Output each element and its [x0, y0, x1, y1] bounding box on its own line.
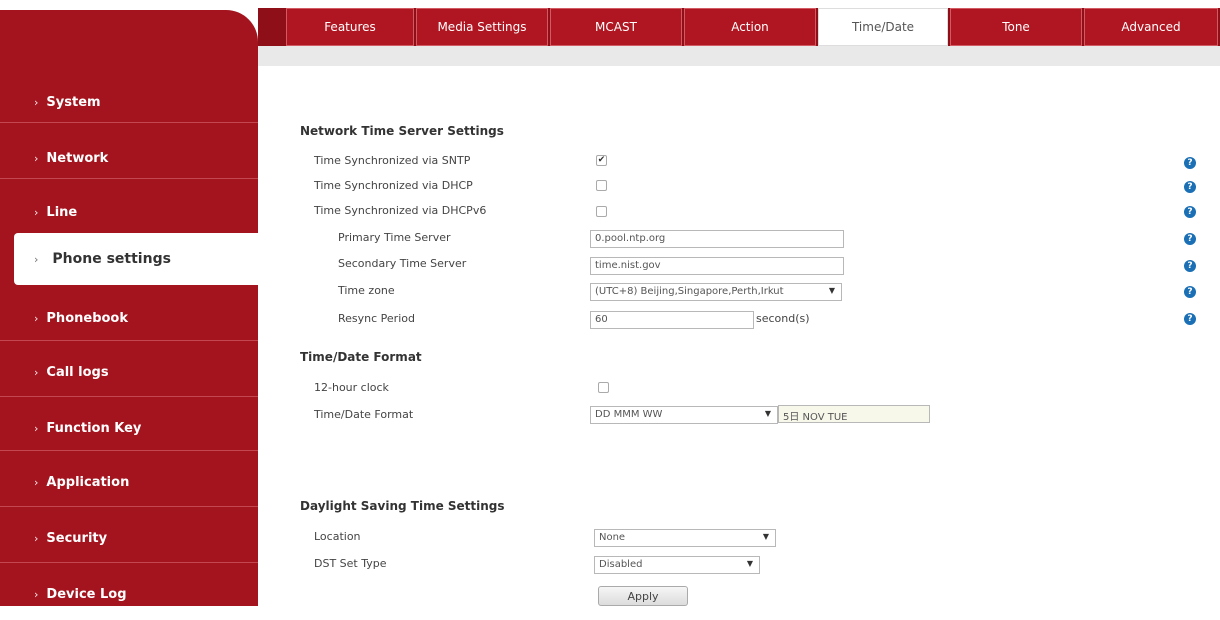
apply-button[interactable]: Apply [598, 586, 688, 606]
clock12-checkbox[interactable] [598, 382, 609, 393]
chevron-right-icon: › [34, 151, 39, 165]
dhcpv6-checkbox[interactable] [596, 206, 607, 217]
sidebar-item-label: Network [46, 150, 109, 166]
secondary-server-label: Secondary Time Server [338, 257, 467, 270]
tab-time-date[interactable]: Time/Date [818, 8, 948, 46]
chevron-down-icon: ▼ [828, 286, 835, 295]
location-select[interactable]: None ▼ [594, 529, 776, 547]
sntp-label: Time Synchronized via SNTP [314, 154, 471, 167]
help-icon[interactable]: ? [1184, 157, 1196, 169]
tab-bar: Features Media Settings MCAST Action Tim… [258, 8, 1220, 46]
timezone-value: (UTC+8) Beijing,Singapore,Perth,Irkut [595, 286, 784, 297]
check-icon: ✔ [597, 155, 606, 165]
chevron-right-icon: › [34, 421, 39, 435]
sidebar-item-device-log[interactable]: › Device Log [0, 568, 258, 620]
tab-media-settings[interactable]: Media Settings [416, 8, 548, 46]
sntp-checkbox[interactable]: ✔ [596, 155, 607, 166]
dst-type-select[interactable]: Disabled ▼ [594, 556, 760, 574]
tab-tone[interactable]: Tone [950, 8, 1082, 46]
chevron-down-icon: ▼ [762, 532, 769, 541]
sidebar-item-line[interactable]: › Line [0, 186, 258, 238]
sidebar-item-phonebook[interactable]: › Phonebook [0, 292, 258, 344]
clock12-label: 12-hour clock [314, 381, 389, 394]
help-icon[interactable]: ? [1184, 233, 1196, 245]
format-value: DD MMM WW [595, 409, 663, 420]
dhcpv6-label: Time Synchronized via DHCPv6 [314, 204, 487, 217]
help-icon[interactable]: ? [1184, 260, 1196, 272]
divider [0, 122, 258, 123]
sidebar-item-label: Function Key [46, 420, 142, 436]
divider [0, 506, 258, 507]
primary-server-input[interactable]: 0.pool.ntp.org [590, 230, 844, 248]
help-icon[interactable]: ? [1184, 313, 1196, 325]
dhcp-label: Time Synchronized via DHCP [314, 179, 473, 192]
sidebar-item-network[interactable]: › Network [0, 132, 258, 184]
sidebar-item-application[interactable]: › Application [0, 456, 258, 508]
chevron-right-icon: › [34, 587, 39, 601]
chevron-down-icon: ▼ [746, 559, 753, 568]
sidebar-item-label: Line [46, 204, 78, 220]
resync-unit: second(s) [756, 312, 810, 325]
chevron-right-icon: › [34, 365, 39, 379]
timezone-select[interactable]: (UTC+8) Beijing,Singapore,Perth,Irkut ▼ [590, 283, 842, 301]
location-value: None [599, 532, 626, 543]
chevron-right-icon: › [34, 311, 39, 325]
sidebar-item-label: Security [46, 530, 108, 546]
section-title-network-time: Network Time Server Settings [300, 124, 504, 138]
chevron-right-icon: › [34, 95, 39, 109]
sidebar-item-function-key[interactable]: › Function Key [0, 402, 258, 454]
chevron-right-icon: › [34, 531, 39, 545]
location-label: Location [314, 530, 361, 543]
tab-subbar [258, 46, 1220, 66]
sidebar-item-label: Phone settings [52, 251, 171, 267]
sidebar-item-call-logs[interactable]: › Call logs [0, 346, 258, 398]
sidebar-item-label: Device Log [46, 586, 127, 602]
divider [0, 450, 258, 451]
primary-server-label: Primary Time Server [338, 231, 451, 244]
resync-input[interactable]: 60 [590, 311, 754, 329]
sidebar-item-label: Application [46, 474, 130, 490]
help-icon[interactable]: ? [1184, 181, 1196, 193]
sidebar-item-label: Phonebook [46, 310, 129, 326]
resync-label: Resync Period [338, 312, 415, 325]
chevron-right-icon: › [34, 252, 39, 266]
secondary-server-input[interactable]: time.nist.gov [590, 257, 844, 275]
dhcp-checkbox[interactable] [596, 180, 607, 191]
tab-advanced[interactable]: Advanced [1084, 8, 1218, 46]
format-label: Time/Date Format [314, 408, 414, 421]
sidebar-item-security[interactable]: › Security [0, 512, 258, 564]
chevron-down-icon: ▼ [764, 409, 771, 418]
divider [0, 396, 258, 397]
tab-features[interactable]: Features [286, 8, 414, 46]
tab-action[interactable]: Action [684, 8, 816, 46]
help-icon[interactable]: ? [1184, 206, 1196, 218]
format-preview: 5日 NOV TUE [778, 405, 930, 423]
sidebar-item-label: System [46, 94, 101, 110]
help-icon[interactable]: ? [1184, 286, 1196, 298]
chevron-right-icon: › [34, 205, 39, 219]
sidebar-item-phone-settings[interactable]: › Phone settings [14, 233, 258, 285]
section-title-dst: Daylight Saving Time Settings [300, 499, 505, 513]
timezone-label: Time zone [338, 284, 395, 297]
format-select[interactable]: DD MMM WW ▼ [590, 406, 778, 424]
divider [0, 178, 258, 179]
section-title-time-format: Time/Date Format [300, 350, 422, 364]
sidebar: › System › Network › Line › Phone settings ›… [0, 10, 258, 606]
divider [0, 340, 258, 341]
sidebar-item-label: Call logs [46, 364, 109, 380]
divider [0, 562, 258, 563]
chevron-right-icon: › [34, 475, 39, 489]
sidebar-item-system[interactable]: › System [0, 76, 258, 128]
dst-type-label: DST Set Type [314, 557, 387, 570]
dst-type-value: Disabled [599, 559, 643, 570]
tab-mcast[interactable]: MCAST [550, 8, 682, 46]
